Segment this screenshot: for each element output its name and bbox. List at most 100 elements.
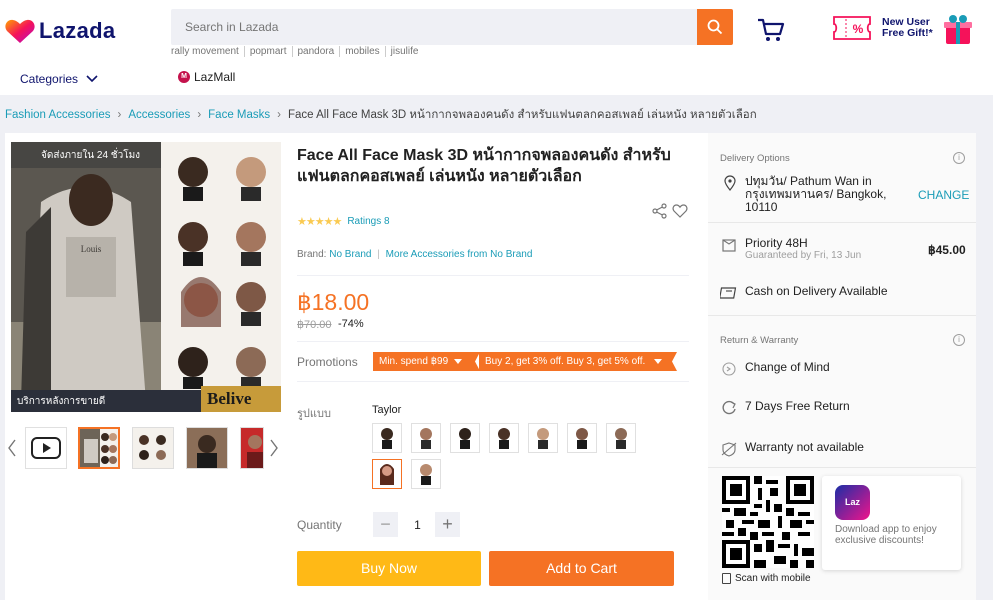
promo-tag[interactable]: Min. spend ฿99 bbox=[373, 352, 480, 371]
phone-icon bbox=[722, 573, 731, 584]
hot-search-link[interactable]: popmart bbox=[245, 46, 293, 57]
quantity-increase-button[interactable]: + bbox=[435, 512, 460, 537]
promo-text: New User Free Gift!* bbox=[882, 16, 933, 39]
delivery-box-icon bbox=[722, 239, 736, 252]
search-icon bbox=[707, 19, 723, 35]
change-of-mind: Change of Mind bbox=[720, 361, 830, 377]
address-text: ปทุมวัน/ Pathum Wan in กรุงเทพมหานคร/ Ba… bbox=[745, 174, 887, 214]
tag-notch bbox=[669, 352, 677, 371]
ratings-link[interactable]: Ratings 8 bbox=[347, 216, 389, 227]
gift-icon bbox=[944, 15, 972, 44]
quantity-label: Quantity bbox=[297, 518, 342, 532]
thumbnail-strip bbox=[5, 427, 290, 472]
quantity-decrease-button[interactable]: − bbox=[373, 512, 398, 537]
chevron-left-icon[interactable] bbox=[7, 439, 17, 457]
breadcrumb-link[interactable]: Fashion Accessories bbox=[5, 109, 110, 121]
current-price: ฿18.00 bbox=[297, 289, 370, 315]
categories-label: Categories bbox=[20, 72, 79, 86]
chevron-down-icon bbox=[654, 358, 663, 364]
buy-now-button[interactable]: Buy Now bbox=[297, 551, 481, 586]
logo-text: Lazada bbox=[39, 18, 116, 43]
voucher-icon: % bbox=[833, 16, 871, 40]
chevron-down-icon bbox=[86, 75, 98, 83]
lazmall-link[interactable]: M LazMall bbox=[178, 70, 235, 84]
change-address-link[interactable]: CHANGE bbox=[918, 188, 969, 202]
promotions-label: Promotions bbox=[297, 355, 358, 369]
variant-swatch[interactable] bbox=[372, 423, 402, 453]
hot-search-link[interactable]: jisulife bbox=[386, 46, 424, 57]
thumbnail-image[interactable] bbox=[240, 427, 264, 469]
variant-swatch[interactable] bbox=[528, 423, 558, 453]
cash-on-delivery: Cash on Delivery Available bbox=[720, 285, 888, 301]
thumbnail-image[interactable] bbox=[132, 427, 174, 469]
location-pin-icon bbox=[724, 175, 736, 191]
info-icon[interactable]: i bbox=[953, 152, 965, 164]
brand-link[interactable]: No Brand bbox=[329, 249, 371, 260]
lazada-app-icon: Laz bbox=[835, 485, 870, 520]
add-to-cart-button[interactable]: Add to Cart bbox=[489, 551, 674, 586]
more-from-brand-link[interactable]: More Accessories from No Brand bbox=[386, 249, 533, 260]
scan-with-mobile: Scan with mobile bbox=[722, 573, 811, 584]
cart-icon[interactable] bbox=[755, 15, 785, 43]
heart-icon[interactable] bbox=[672, 203, 688, 219]
main-product-image[interactable]: Louis จัดส่งภายใน 24 ชั่วโมง บริการหลังก… bbox=[11, 142, 281, 412]
divider bbox=[708, 467, 976, 468]
breadcrumb-current: Face All Face Mask 3D หน้ากากจพลองคนดัง … bbox=[288, 109, 757, 121]
priority-delivery: Priority 48H Guaranteed by Fri, 13 Jun bbox=[720, 237, 861, 261]
hot-search-link[interactable]: mobiles bbox=[340, 46, 386, 57]
hot-search-link[interactable]: pandora bbox=[293, 46, 341, 57]
original-price: ฿70.00 bbox=[297, 319, 332, 331]
thumbnail-image[interactable] bbox=[78, 427, 120, 469]
brand-row: Brand: No Brand | More Accessories from … bbox=[297, 249, 532, 260]
return-icon bbox=[722, 400, 736, 415]
qr-code bbox=[722, 476, 814, 568]
divider bbox=[297, 275, 689, 276]
return-warranty-header: Return & Warranty bbox=[720, 335, 799, 346]
breadcrumb-link[interactable]: Face Masks bbox=[208, 109, 270, 121]
brand-label: Brand: bbox=[297, 249, 327, 260]
product-info: Face All Face Mask 3D หน้ากากจพลองคนดัง … bbox=[297, 145, 689, 187]
search-button[interactable] bbox=[697, 9, 733, 45]
thumbnail-image[interactable] bbox=[186, 427, 228, 469]
lazada-heart-icon bbox=[5, 18, 35, 44]
lazada-logo[interactable]: Lazada bbox=[5, 18, 115, 44]
priority-text: Priority 48H Guaranteed by Fri, 13 Jun bbox=[745, 236, 862, 262]
quantity-value[interactable]: 1 bbox=[410, 518, 425, 532]
brand-separator: | bbox=[377, 249, 380, 260]
rating-row[interactable]: ★★★★★ Ratings 8 bbox=[297, 215, 390, 228]
variant-swatch[interactable] bbox=[411, 423, 441, 453]
hot-search-link[interactable]: rally movement bbox=[171, 46, 245, 57]
chevron-down-icon bbox=[453, 358, 462, 364]
divider bbox=[708, 315, 976, 316]
variant-swatch[interactable] bbox=[450, 423, 480, 453]
svg-text:%: % bbox=[853, 22, 864, 36]
delivery-options-header: Delivery Options bbox=[720, 153, 790, 164]
free-return: 7 Days Free Return bbox=[720, 400, 850, 416]
search-input[interactable] bbox=[171, 9, 697, 45]
categories-menu[interactable]: Categories bbox=[20, 72, 98, 86]
variant-swatch-selected[interactable] bbox=[372, 459, 402, 489]
search-bar[interactable] bbox=[171, 9, 697, 45]
svg-text:Louis: Louis bbox=[81, 244, 102, 254]
share-icon[interactable] bbox=[652, 203, 668, 219]
cash-icon bbox=[720, 287, 737, 299]
breadcrumb-link[interactable]: Accessories bbox=[128, 109, 190, 121]
chevron-right-icon: › bbox=[197, 109, 202, 121]
chevron-right-icon[interactable] bbox=[269, 439, 279, 457]
breadcrumb: Fashion Accessories › Accessories › Face… bbox=[5, 106, 757, 124]
variant-label: รูปแบบ bbox=[297, 408, 331, 420]
download-app-card[interactable]: Laz Download app to enjoy exclusive disc… bbox=[822, 476, 961, 570]
banner-brand-text: Belive bbox=[207, 389, 252, 408]
video-thumbnail[interactable] bbox=[25, 427, 67, 469]
delivery-fee: ฿45.00 bbox=[928, 243, 966, 257]
promo-tag[interactable]: Buy 2, get 3% off. Buy 3, get 5% off. bbox=[479, 352, 677, 371]
banner-bottom-text: บริการหลังการขายดี bbox=[17, 396, 106, 407]
variant-swatch[interactable] bbox=[606, 423, 636, 453]
chevron-right-icon: › bbox=[117, 109, 122, 121]
variant-swatch[interactable] bbox=[489, 423, 519, 453]
info-icon[interactable]: i bbox=[953, 334, 965, 346]
variant-swatch[interactable] bbox=[567, 423, 597, 453]
variant-swatch[interactable] bbox=[411, 459, 441, 489]
new-user-promo[interactable]: % New User Free Gift!* bbox=[830, 10, 980, 50]
divider bbox=[297, 341, 689, 342]
